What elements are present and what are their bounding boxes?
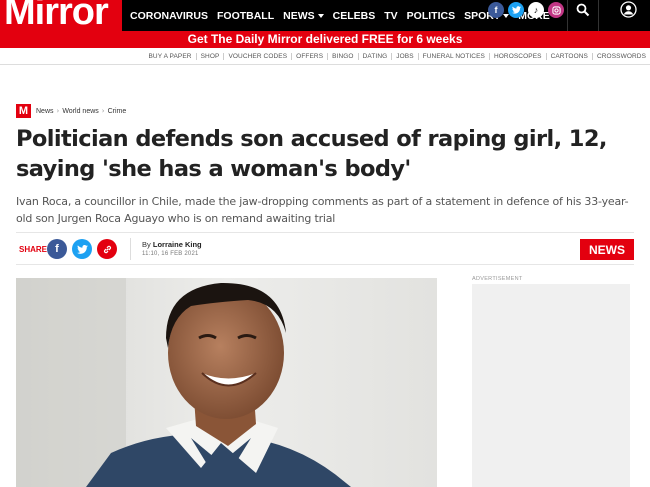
publish-date: 11:10, 16 FEB 2021 <box>142 251 199 257</box>
share-facebook-button[interactable]: f <box>47 239 67 259</box>
byline-prefix: By <box>142 240 151 249</box>
secondary-nav: BUY A PAPER SHOP VOUCHER CODES OFFERS BI… <box>0 48 650 65</box>
subnav-item[interactable]: VOUCHER CODES <box>223 52 287 60</box>
breadcrumb-item[interactable]: Crime <box>108 108 127 115</box>
nav-item-celebs[interactable]: CELEBS <box>333 10 376 22</box>
share-twitter-button[interactable] <box>72 239 92 259</box>
subnav-item[interactable]: BINGO <box>327 52 353 60</box>
author-name[interactable]: Lorraine King <box>153 240 202 249</box>
subnav-item[interactable]: CARTOONS <box>545 52 588 60</box>
byline-divider <box>130 238 131 260</box>
subnav-item[interactable]: HOROSCOPES <box>488 52 542 60</box>
instagram-icon[interactable] <box>548 2 564 18</box>
subnav-item[interactable]: SHOP <box>195 52 220 60</box>
subnav-item[interactable]: CROSSWORDS <box>591 52 646 60</box>
nav-item-football[interactable]: FOOTBALL <box>217 10 274 22</box>
twitter-icon[interactable] <box>508 2 524 18</box>
nav-item-coronavirus[interactable]: CORONAVIRUS <box>130 10 208 22</box>
nav-divider <box>567 0 568 31</box>
byline: By Lorraine King <box>142 240 202 249</box>
share-label: SHARE <box>19 245 48 254</box>
advertisement-slot[interactable] <box>472 284 630 487</box>
subnav-item[interactable]: FUNERAL NOTICES <box>417 52 485 60</box>
article-headline: Politician defends son accused of raping… <box>16 126 607 182</box>
breadcrumb-item[interactable]: News <box>36 108 54 115</box>
logo-text: Mirror <box>4 0 109 31</box>
subnav-item[interactable]: BUY A PAPER <box>144 53 191 60</box>
nav-divider <box>598 0 599 31</box>
article-standfirst: Ivan Roca, a councillor in Chile, made t… <box>16 195 629 225</box>
nav-item-news[interactable]: NEWS <box>283 10 324 22</box>
subnav-item[interactable]: JOBS <box>391 52 414 60</box>
breadcrumb-item[interactable]: World news <box>62 108 98 115</box>
breadcrumb: M News › World news › Crime <box>16 104 126 118</box>
promo-banner[interactable]: Get The Daily Mirror delivered FREE for … <box>0 31 650 48</box>
article-main-image[interactable] <box>16 278 437 487</box>
copy-link-button[interactable] <box>97 239 117 259</box>
mirror-logo[interactable]: Mirror <box>0 0 122 31</box>
advertisement-label: ADVERTISEMENT <box>472 276 523 282</box>
nav-item-tv[interactable]: TV <box>384 10 397 22</box>
breadcrumb-separator: › <box>56 107 60 115</box>
search-icon[interactable] <box>576 2 590 17</box>
section-badge[interactable]: NEWS <box>580 239 634 260</box>
tiktok-icon[interactable]: ♪ <box>528 2 544 18</box>
subnav-item[interactable]: OFFERS <box>291 52 323 60</box>
top-navigation: Mirror CORONAVIRUS FOOTBALL NEWS CELEBS … <box>0 0 650 31</box>
user-icon[interactable] <box>620 1 637 18</box>
mirror-badge[interactable]: M <box>16 104 31 118</box>
chevron-down-icon <box>317 13 324 18</box>
byline-row: SHARE f By Lorraine King 11:10, 16 FEB 2… <box>16 232 634 265</box>
facebook-icon[interactable]: f <box>488 2 504 18</box>
breadcrumb-separator: › <box>101 107 105 115</box>
nav-item-politics[interactable]: POLITICS <box>407 10 455 22</box>
subnav-item[interactable]: DATING <box>357 52 388 60</box>
